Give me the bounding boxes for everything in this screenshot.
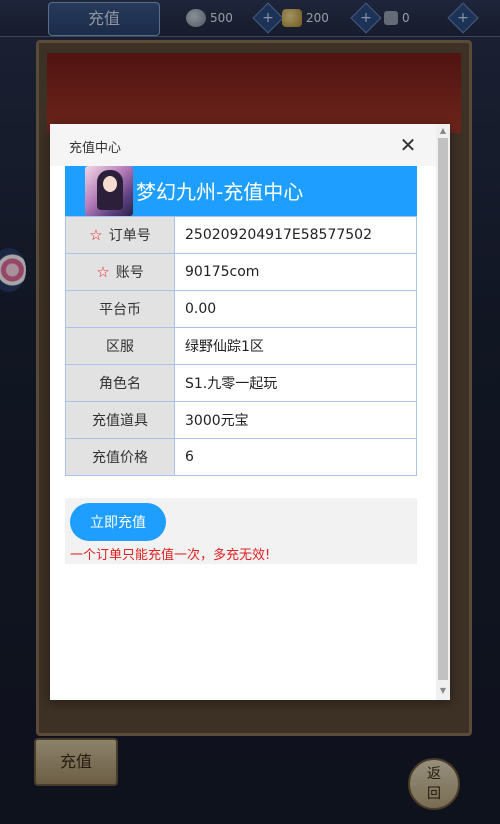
- account-value: 90175com: [174, 253, 417, 291]
- scroll-down-icon[interactable]: ▼: [436, 684, 450, 698]
- server-label: 区服: [65, 327, 175, 365]
- required-mark-icon: ☆: [89, 226, 103, 244]
- scroll-thumb[interactable]: [438, 138, 448, 680]
- action-panel: 立即充值 一个订单只能充值一次，多充无效!: [65, 498, 417, 564]
- dialog-body: 梦幻九州-充值中心 ☆ 订单号 250209204917E58577502 ☆ 账号…: [50, 166, 435, 700]
- dialog-header: 充值中心 ✕: [50, 124, 450, 166]
- recharge-banner: 梦幻九州-充值中心: [65, 166, 417, 216]
- recharge-price-label: 充值价格: [65, 438, 175, 476]
- table-row: 区服 绿野仙踪1区: [65, 327, 417, 365]
- dialog-scrollbar[interactable]: ▲ ▼: [436, 124, 450, 700]
- game-avatar: [85, 166, 133, 216]
- order-number-label: ☆ 订单号: [65, 216, 175, 254]
- server-value: 绿野仙踪1区: [174, 327, 417, 365]
- required-mark-icon: ☆: [96, 263, 110, 281]
- order-info-table: ☆ 订单号 250209204917E58577502 ☆ 账号 90175com …: [65, 216, 417, 476]
- scroll-up-icon[interactable]: ▲: [436, 124, 450, 138]
- recharge-price-value: 6: [174, 438, 417, 476]
- close-icon[interactable]: ✕: [398, 135, 418, 155]
- recharge-dialog: 充值中心 ✕ 梦幻九州-充值中心 ☆ 订单号 250209204917E58577…: [50, 124, 450, 700]
- table-row: ☆ 订单号 250209204917E58577502: [65, 216, 417, 254]
- recharge-item-label: 充值道具: [65, 401, 175, 439]
- table-row: 平台币 0.00: [65, 290, 417, 328]
- role-name-label: 角色名: [65, 364, 175, 402]
- table-row: 充值道具 3000元宝: [65, 401, 417, 439]
- recharge-item-value: 3000元宝: [174, 401, 417, 439]
- table-row: 充值价格 6: [65, 438, 417, 476]
- warning-text: 一个订单只能充值一次，多充无效!: [70, 548, 271, 563]
- dialog-title: 充值中心: [69, 141, 122, 156]
- platform-coin-value: 0.00: [174, 290, 417, 328]
- role-name-value: S1.九零一起玩: [174, 364, 417, 402]
- banner-title: 梦幻九州-充值中心: [136, 180, 304, 204]
- account-label: ☆ 账号: [65, 253, 175, 291]
- table-row: 角色名 S1.九零一起玩: [65, 364, 417, 402]
- pay-now-button[interactable]: 立即充值: [70, 503, 166, 541]
- platform-coin-label: 平台币: [65, 290, 175, 328]
- avatar-face: [103, 176, 117, 192]
- table-row: ☆ 账号 90175com: [65, 253, 417, 291]
- order-number-value: 250209204917E58577502: [174, 216, 417, 254]
